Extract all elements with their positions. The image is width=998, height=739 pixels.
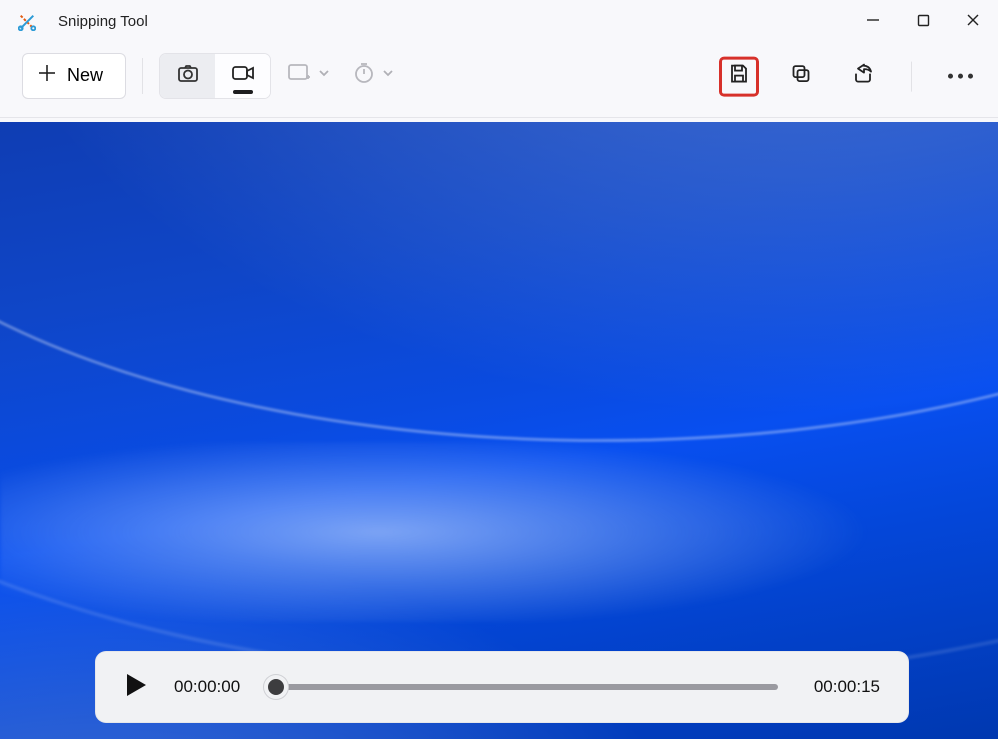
minimize-button[interactable] (848, 0, 898, 40)
save-button[interactable] (719, 56, 759, 96)
rect-shape-icon (287, 63, 311, 88)
new-button[interactable]: New (22, 53, 126, 99)
share-icon (852, 63, 874, 90)
play-icon (124, 672, 148, 703)
delay-dropdown[interactable] (347, 53, 401, 99)
more-button[interactable] (940, 56, 980, 96)
share-button[interactable] (843, 56, 883, 96)
new-button-label: New (67, 65, 103, 86)
video-icon (230, 60, 256, 91)
window-controls (848, 0, 998, 40)
toolbar: New (0, 40, 998, 118)
play-button[interactable] (124, 672, 148, 703)
more-icon (948, 74, 973, 79)
playback-duration: 00:00:15 (814, 677, 880, 697)
copy-button[interactable] (781, 56, 821, 96)
video-mode-button[interactable] (215, 53, 270, 99)
wallpaper-glow (0, 442, 998, 622)
capture-mode-group (159, 53, 271, 99)
playback-thumb[interactable] (264, 675, 288, 699)
timer-icon (353, 62, 375, 89)
screenshot-mode-button[interactable] (160, 53, 215, 99)
close-button[interactable] (948, 0, 998, 40)
playback-track[interactable] (276, 684, 778, 690)
video-preview: 00:00:00 00:00:15 (0, 122, 998, 739)
camera-icon (176, 61, 200, 90)
save-icon (728, 63, 750, 90)
copy-icon (791, 64, 811, 89)
title-bar: Snipping Tool (0, 0, 998, 40)
snip-shape-dropdown[interactable] (281, 53, 337, 99)
chevron-down-icon (381, 66, 395, 85)
chevron-down-icon (317, 66, 331, 85)
separator (142, 58, 143, 94)
app-title: Snipping Tool (58, 13, 148, 30)
toolbar-right (719, 56, 980, 96)
playback-bar: 00:00:00 00:00:15 (96, 652, 908, 722)
maximize-button[interactable] (898, 0, 948, 40)
separator (911, 61, 912, 91)
plus-icon (37, 63, 57, 88)
app-icon (18, 13, 36, 31)
playback-position: 00:00:00 (174, 677, 240, 697)
